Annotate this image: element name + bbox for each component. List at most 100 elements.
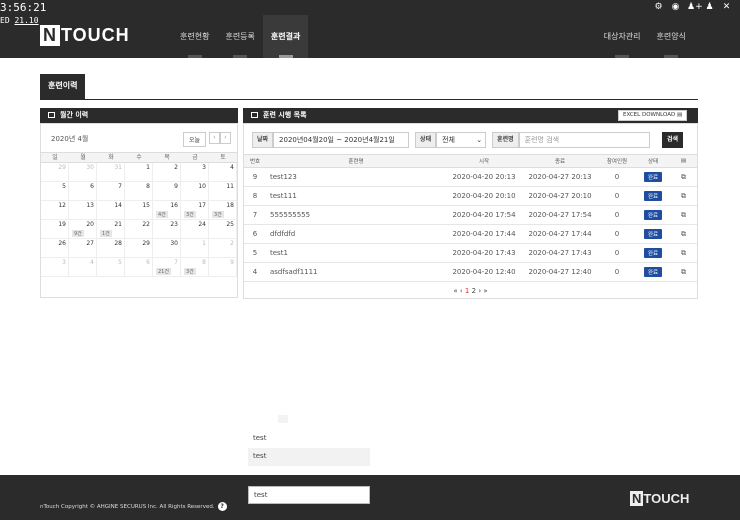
calendar-day[interactable]: 18 3건 [209, 201, 237, 220]
calendar-day[interactable]: 9 [209, 258, 237, 277]
status-select[interactable]: 전체 ⌄ [436, 132, 487, 148]
row-action[interactable]: ⧉ [670, 186, 697, 206]
nav-target-manage[interactable]: 대상자관리 [596, 15, 649, 58]
calendar-day[interactable]: 2 [209, 239, 237, 258]
calendar-day[interactable]: 5 [97, 258, 125, 277]
calendar-day[interactable]: 21 1건 [97, 220, 125, 239]
calendar-day[interactable]: 19 [41, 220, 69, 239]
close-icon[interactable]: ✕ [721, 2, 732, 12]
calendar-day[interactable]: 12 [41, 201, 69, 220]
calendar-day[interactable]: 4 [209, 163, 237, 182]
external-link-icon[interactable]: ⧉ [681, 230, 686, 238]
calendar-day[interactable]: 3 [41, 258, 69, 277]
eye-icon[interactable]: ◉ [670, 2, 681, 12]
gear-icon[interactable]: ⚙ [653, 2, 664, 12]
row-action[interactable]: ⧉ [670, 243, 697, 263]
event-count-badge[interactable]: 4건 [156, 211, 168, 218]
calendar-day[interactable]: 6 [69, 182, 97, 201]
calendar-day[interactable]: 14 [97, 201, 125, 220]
calendar-day[interactable]: 1 [125, 163, 153, 182]
row-action[interactable]: ⧉ [670, 205, 697, 225]
page-1[interactable]: 1 [465, 287, 469, 295]
calendar-day[interactable]: 6 [125, 258, 153, 277]
date-range-input[interactable]: 2020년04월20일 ~ 2020년4월21일 [273, 132, 410, 148]
calendar-day[interactable]: 16 4건 [153, 201, 181, 220]
autocomplete-item[interactable]: test [248, 430, 370, 448]
autocomplete-item[interactable]: test [248, 448, 370, 466]
next-month-button[interactable]: › [220, 132, 231, 144]
table-row[interactable]: 5 test1 2020-04-20 17:43 2020-04-27 17:43 0 완… [244, 243, 697, 263]
calendar-day[interactable]: 13 [69, 201, 97, 220]
user-add-icon[interactable]: ♟+ [687, 2, 703, 12]
event-count-badge[interactable]: 3건 [212, 211, 224, 218]
calendar-day[interactable]: 4 [69, 258, 97, 277]
row-action[interactable]: ⧉ [670, 224, 697, 244]
today-button[interactable]: 오늘 [183, 132, 207, 147]
tab-training-history[interactable]: 훈련이력 [40, 74, 86, 99]
row-name[interactable]: test1 [266, 243, 446, 263]
calendar-day[interactable]: 7 21건 [153, 258, 181, 277]
row-action[interactable]: ⧉ [670, 262, 697, 282]
event-count-badge[interactable]: 1건 [100, 230, 112, 237]
event-count-badge[interactable]: 21건 [156, 268, 171, 275]
calendar-day[interactable]: 7 [97, 182, 125, 201]
calendar-day[interactable]: 25 [209, 220, 237, 239]
table-row[interactable]: 9 test123 2020-04-20 20:13 2020-04-27 20:13… [244, 167, 697, 187]
calendar-day[interactable]: 30 [153, 239, 181, 258]
table-row[interactable]: 6 dfdfdfd 2020-04-20 17:44 2020-04-27 17:44… [244, 224, 697, 244]
event-count-badge[interactable]: 3건 [184, 211, 196, 218]
nav-training-result[interactable]: 훈련결과 [262, 15, 309, 58]
table-row[interactable]: 7 555555555 2020-04-20 17:54 2020-04-27 17:… [244, 205, 697, 225]
row-name[interactable]: asdfsadf1111 [266, 262, 446, 282]
calendar-day[interactable]: 1 [181, 239, 209, 258]
external-link-icon[interactable]: ⧉ [681, 192, 686, 200]
next-page-button[interactable]: › [478, 287, 481, 295]
calendar-day[interactable]: 15 [125, 201, 153, 220]
calendar-day[interactable]: 27 [69, 239, 97, 258]
calendar-day[interactable]: 10 [181, 182, 209, 201]
user-icon[interactable]: ♟ [704, 2, 715, 12]
calendar-day[interactable]: 30 [69, 163, 97, 182]
search-button[interactable]: 검색 [662, 132, 684, 148]
calendar-day[interactable]: 5 [41, 182, 69, 201]
calendar-day[interactable]: 29 [41, 163, 69, 182]
calendar-day[interactable]: 28 [97, 239, 125, 258]
calendar-day[interactable]: 17 3건 [181, 201, 209, 220]
calendar-day[interactable]: 23 [153, 220, 181, 239]
calendar-day[interactable]: 29 [125, 239, 153, 258]
floating-text-input[interactable]: test [248, 486, 370, 504]
event-count-badge[interactable]: 9건 [72, 230, 84, 237]
last-page-button[interactable]: » [483, 287, 487, 295]
brand-logo[interactable]: N TOUCH [40, 25, 130, 46]
first-page-button[interactable]: « [453, 287, 457, 295]
calendar-day[interactable]: 26 [41, 239, 69, 258]
help-icon[interactable]: ? [217, 502, 227, 511]
page-2[interactable]: 2 [472, 287, 476, 295]
nav-training-register[interactable]: 훈련등록 [217, 15, 262, 58]
external-link-icon[interactable]: ⧉ [681, 211, 686, 219]
table-row[interactable]: 8 test111 2020-04-20 20:10 2020-04-27 20:10… [244, 186, 697, 206]
row-action[interactable]: ⧉ [670, 167, 697, 187]
external-link-icon[interactable]: ⧉ [681, 249, 686, 257]
row-name[interactable]: 555555555 [266, 205, 446, 225]
row-name[interactable]: test111 [266, 186, 446, 206]
nav-training-status[interactable]: 훈련현황 [172, 15, 217, 58]
row-name[interactable]: dfdfdfd [266, 224, 446, 244]
prev-page-button[interactable]: ‹ [460, 287, 463, 295]
row-name[interactable]: test123 [266, 167, 446, 187]
calendar-day[interactable]: 2 [153, 163, 181, 182]
calendar-day[interactable]: 8 3건 [181, 258, 209, 277]
calendar-day[interactable]: 22 [125, 220, 153, 239]
nav-training-template[interactable]: 훈련양식 [649, 15, 694, 58]
calendar-day[interactable]: 20 9건 [69, 220, 97, 239]
calendar-day[interactable]: 11 [209, 182, 237, 201]
name-search-input[interactable]: 훈련명 검색 [518, 132, 650, 148]
event-count-badge[interactable]: 3건 [184, 268, 196, 275]
calendar-day[interactable]: 3 [181, 163, 209, 182]
external-link-icon[interactable]: ⧉ [681, 173, 686, 181]
excel-download-button[interactable]: EXCEL DOWNLOAD ▤ [618, 110, 688, 121]
prev-month-button[interactable]: ‹ [209, 132, 220, 144]
calendar-day[interactable]: 24 [181, 220, 209, 239]
calendar-day[interactable]: 8 [125, 182, 153, 201]
calendar-day[interactable]: 31 [97, 163, 125, 182]
